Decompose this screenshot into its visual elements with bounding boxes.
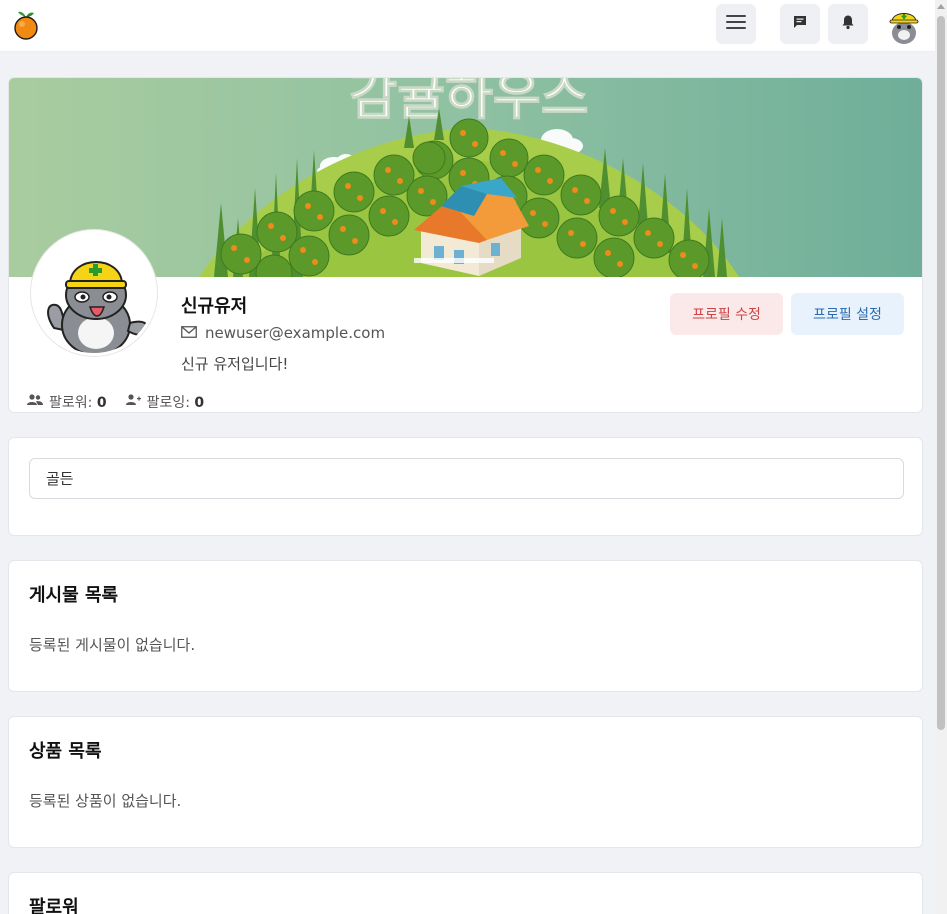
bell-icon bbox=[840, 14, 856, 34]
followers-card: 팔로워 bbox=[8, 872, 923, 914]
posts-title: 게시물 목록 bbox=[29, 585, 119, 606]
page-scrollbar[interactable] bbox=[935, 0, 947, 914]
cat-helmet-avatar-icon bbox=[34, 233, 154, 353]
following-stat[interactable]: 팔로잉: 0 bbox=[147, 392, 205, 412]
profile-settings-button[interactable]: 프로필 설정 bbox=[791, 293, 904, 335]
hamburger-menu-icon bbox=[726, 14, 746, 34]
user-avatar-button[interactable] bbox=[884, 5, 924, 45]
profile-bio: 신규 유저입니다! bbox=[181, 355, 289, 373]
users-icon bbox=[27, 394, 43, 410]
followers-stat[interactable]: 팔로워: 0 bbox=[49, 392, 107, 412]
profile-email-text: newuser@example.com bbox=[205, 324, 386, 342]
chat-button[interactable] bbox=[780, 4, 820, 44]
follow-stats: 팔로워: 0 팔로잉: 0 bbox=[27, 392, 204, 412]
products-title: 상품 목록 bbox=[29, 741, 102, 762]
orange-logo-icon[interactable] bbox=[12, 8, 40, 40]
following-count: 0 bbox=[194, 395, 205, 411]
envelope-icon bbox=[181, 324, 197, 342]
profile-name: 신규유저 bbox=[181, 296, 248, 317]
scroll-up-arrow-icon[interactable] bbox=[937, 4, 945, 9]
products-card: 상품 목록 등록된 상품이 없습니다. bbox=[8, 716, 923, 848]
profile-avatar[interactable] bbox=[31, 230, 157, 356]
cat-helmet-avatar-icon bbox=[884, 5, 924, 45]
posts-empty-text: 등록된 게시물이 없습니다. bbox=[29, 636, 196, 654]
products-empty-text: 등록된 상품이 없습니다. bbox=[29, 792, 182, 810]
chat-message-icon bbox=[792, 14, 808, 34]
orange-orchard-house-illustration: 감귤하우스 bbox=[9, 78, 922, 277]
following-label: 팔로잉: bbox=[146, 395, 190, 411]
profile-card: 감귤하우스 신규유저 newuser@example.com 신규 유저입니다!… bbox=[8, 77, 923, 413]
search-input[interactable] bbox=[29, 458, 904, 499]
user-plus-icon bbox=[125, 394, 141, 410]
profile-email: newuser@example.com bbox=[181, 324, 385, 342]
followers-label: 팔로워: bbox=[49, 395, 93, 411]
posts-card: 게시물 목록 등록된 게시물이 없습니다. bbox=[8, 560, 923, 692]
followers-count: 0 bbox=[96, 395, 107, 411]
search-card bbox=[8, 437, 923, 536]
edit-profile-button[interactable]: 프로필 수정 bbox=[670, 293, 783, 335]
notification-button[interactable] bbox=[828, 4, 868, 44]
top-navbar bbox=[0, 0, 935, 52]
followers-title: 팔로워 bbox=[29, 897, 79, 914]
profile-banner: 감귤하우스 bbox=[9, 78, 922, 277]
hamburger-menu-button[interactable] bbox=[716, 4, 756, 44]
scrollbar-thumb[interactable] bbox=[937, 16, 945, 730]
